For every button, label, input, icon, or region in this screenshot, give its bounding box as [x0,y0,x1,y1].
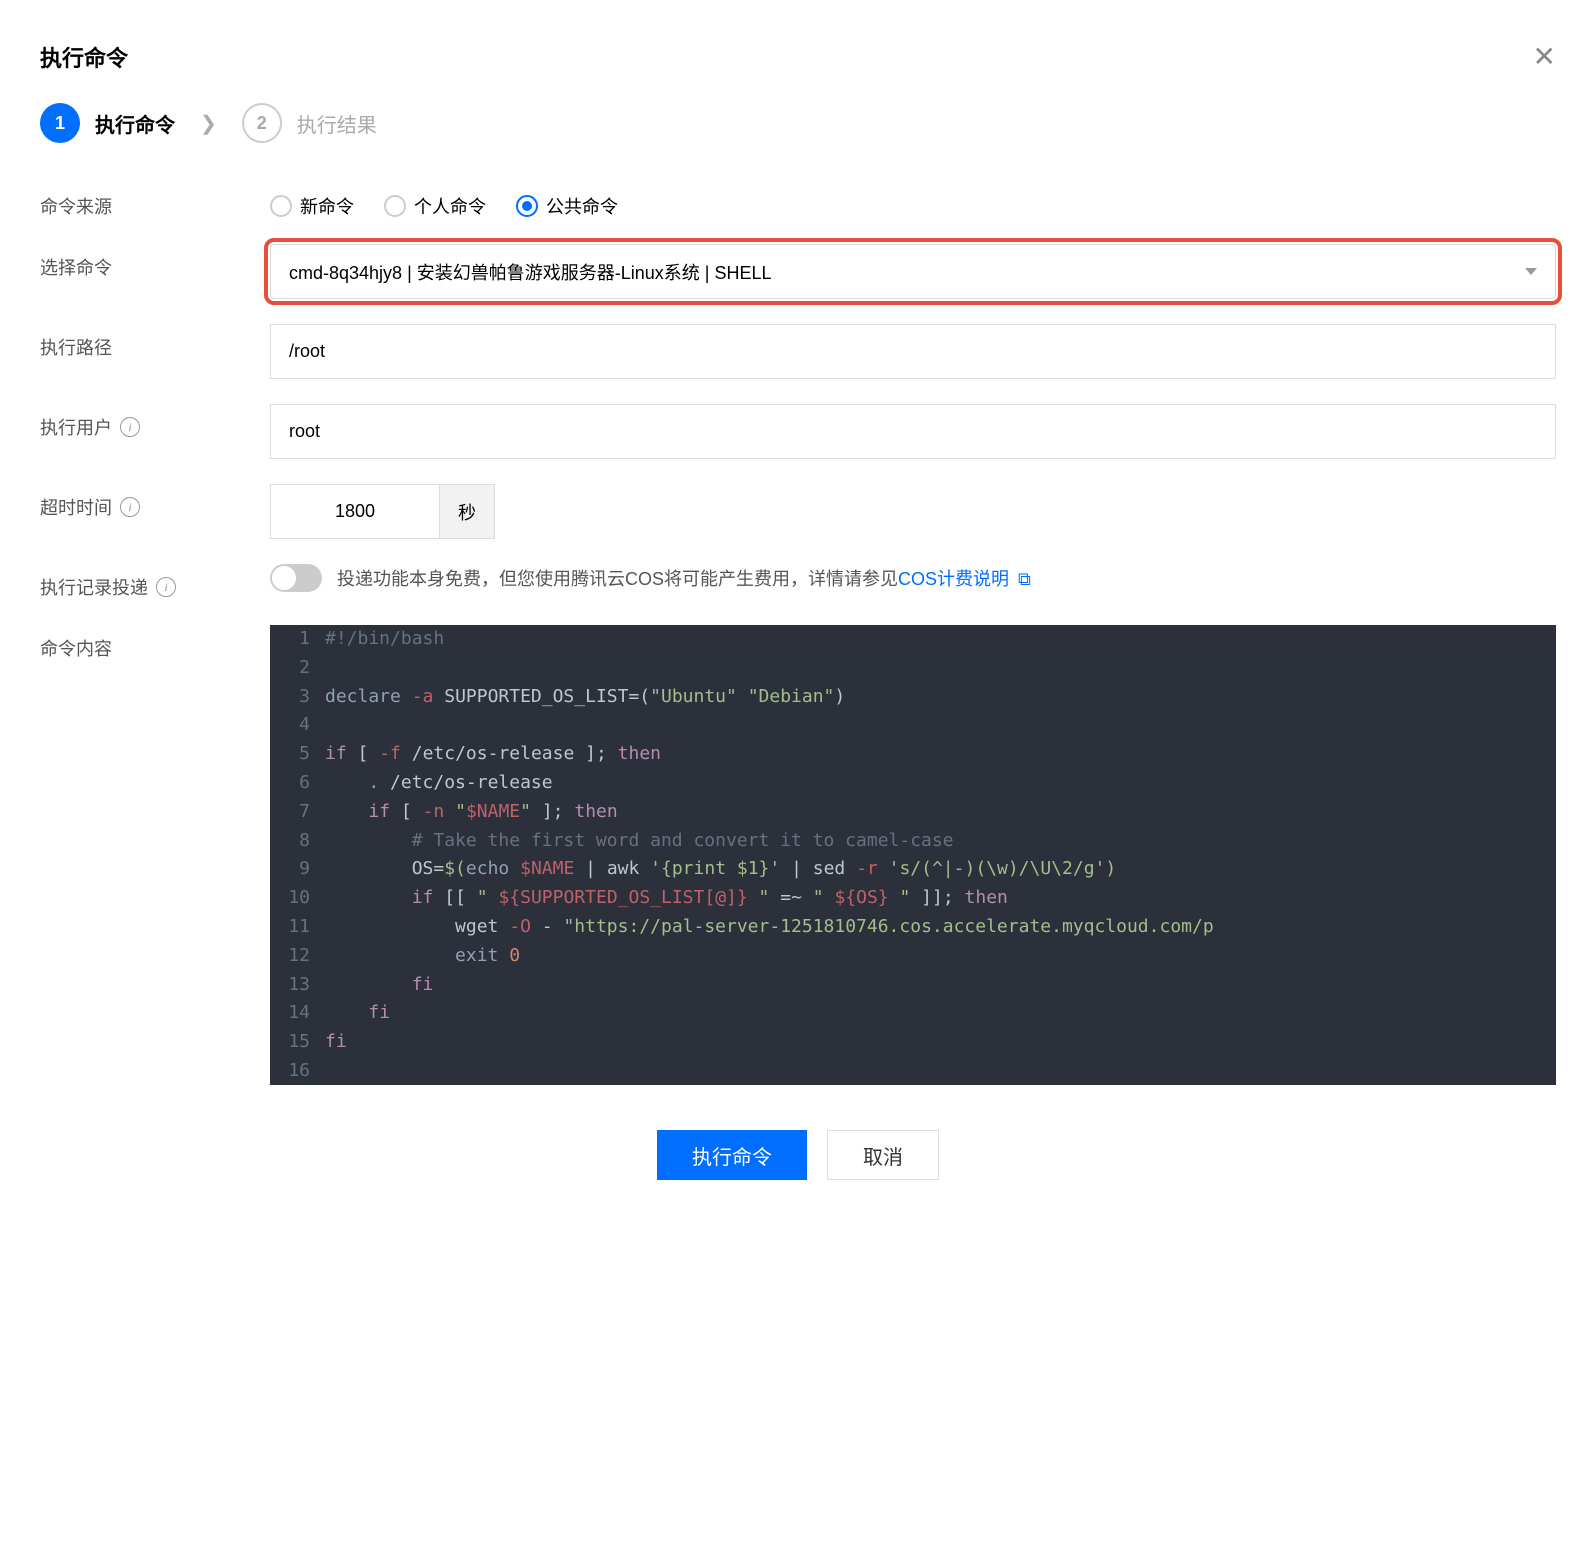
command-source-radios: 新命令 个人命令 公共命令 [270,183,1556,219]
cos-pricing-link[interactable]: COS计费说明 ⧉ [898,569,1031,589]
command-content-editor[interactable]: 1#!/bin/bash23declare -a SUPPORTED_OS_LI… [270,625,1556,1085]
code-line: 10 if [[ " ${SUPPORTED_OS_LIST[@]} " =~ … [270,884,1556,913]
label-timeout: 超时时间 i [40,484,270,520]
exec-path-input[interactable] [270,324,1556,379]
code-line: 6 . /etc/os-release [270,769,1556,798]
radio-personal-command[interactable]: 个人命令 [384,193,486,219]
code-line: 13 fi [270,971,1556,1000]
code-line: 5if [ -f /etc/os-release ]; then [270,740,1556,769]
close-button[interactable]: ✕ [1533,40,1556,73]
select-command-dropdown[interactable]: cmd-8q34hjy8 | 安装幻兽帕鲁游戏服务器-Linux系统 | SHE… [270,244,1556,299]
dialog-footer: 执行命令 取消 [40,1130,1556,1180]
delivery-description: 投递功能本身免费，但您使用腾讯云COS将可能产生费用，详情请参见COS计费说明 … [337,565,1031,591]
radio-label: 新命令 [300,193,354,219]
row-command-source: 命令来源 新命令 个人命令 公共命令 [40,183,1556,219]
dialog-title: 执行命令 [40,41,128,73]
dialog-header: 执行命令 ✕ [40,40,1556,73]
step-1-number: 1 [40,103,80,143]
radio-label: 公共命令 [546,193,618,219]
step-2[interactable]: 2 执行结果 [242,103,377,143]
cancel-button[interactable]: 取消 [827,1130,939,1180]
code-line: 2 [270,654,1556,683]
info-icon[interactable]: i [120,497,140,517]
code-line: 14 fi [270,999,1556,1028]
row-command-content: 命令内容 1#!/bin/bash23declare -a SUPPORTED_… [40,625,1556,1085]
row-exec-user: 执行用户 i [40,404,1556,459]
label-command-source: 命令来源 [40,183,270,219]
code-line: 15fi [270,1028,1556,1057]
radio-public-command[interactable]: 公共命令 [516,193,618,219]
radio-icon [384,195,406,217]
radio-label: 个人命令 [414,193,486,219]
code-line: 16 [270,1057,1556,1085]
code-line: 4 [270,711,1556,740]
exec-user-input[interactable] [270,404,1556,459]
row-exec-path: 执行路径 [40,324,1556,379]
select-value: cmd-8q34hjy8 | 安装幻兽帕鲁游戏服务器-Linux系统 | SHE… [289,259,771,285]
execute-command-dialog: 执行命令 ✕ 1 执行命令 ❯ 2 执行结果 命令来源 新命令 个人命令 [40,40,1556,1180]
delivery-toggle[interactable] [270,564,322,592]
row-record-delivery: 执行记录投递 i 投递功能本身免费，但您使用腾讯云COS将可能产生费用，详情请参… [40,564,1556,600]
code-line: 9 OS=$(echo $NAME | awk '{print $1}' | s… [270,855,1556,884]
radio-icon [270,195,292,217]
label-exec-user: 执行用户 i [40,404,270,440]
row-select-command: 选择命令 cmd-8q34hjy8 | 安装幻兽帕鲁游戏服务器-Linux系统 … [40,244,1556,299]
code-line: 3declare -a SUPPORTED_OS_LIST=("Ubuntu" … [270,683,1556,712]
label-select-command: 选择命令 [40,244,270,280]
code-line: 11 wget -O - "https://pal-server-1251810… [270,913,1556,942]
code-line: 12 exit 0 [270,942,1556,971]
chevron-right-icon: ❯ [200,111,217,136]
radio-icon-checked [516,195,538,217]
step-2-label: 执行结果 [297,109,377,138]
info-icon[interactable]: i [120,417,140,437]
toggle-knob [272,566,296,590]
label-exec-path: 执行路径 [40,324,270,360]
external-link-icon: ⧉ [1018,569,1031,590]
timeout-unit: 秒 [440,484,495,539]
chevron-down-icon [1525,268,1537,275]
timeout-input[interactable] [270,484,440,539]
row-timeout: 超时时间 i 秒 [40,484,1556,539]
step-indicator: 1 执行命令 ❯ 2 执行结果 [40,103,1556,143]
radio-new-command[interactable]: 新命令 [270,193,354,219]
close-icon: ✕ [1533,41,1556,72]
execute-button[interactable]: 执行命令 [657,1130,807,1180]
label-command-content: 命令内容 [40,625,270,661]
step-1[interactable]: 1 执行命令 [40,103,175,143]
label-record-delivery: 执行记录投递 i [40,564,270,600]
code-line: 1#!/bin/bash [270,625,1556,654]
code-line: 8 # Take the first word and convert it t… [270,827,1556,856]
code-line: 7 if [ -n "$NAME" ]; then [270,798,1556,827]
step-1-label: 执行命令 [95,109,175,138]
info-icon[interactable]: i [156,577,176,597]
step-2-number: 2 [242,103,282,143]
